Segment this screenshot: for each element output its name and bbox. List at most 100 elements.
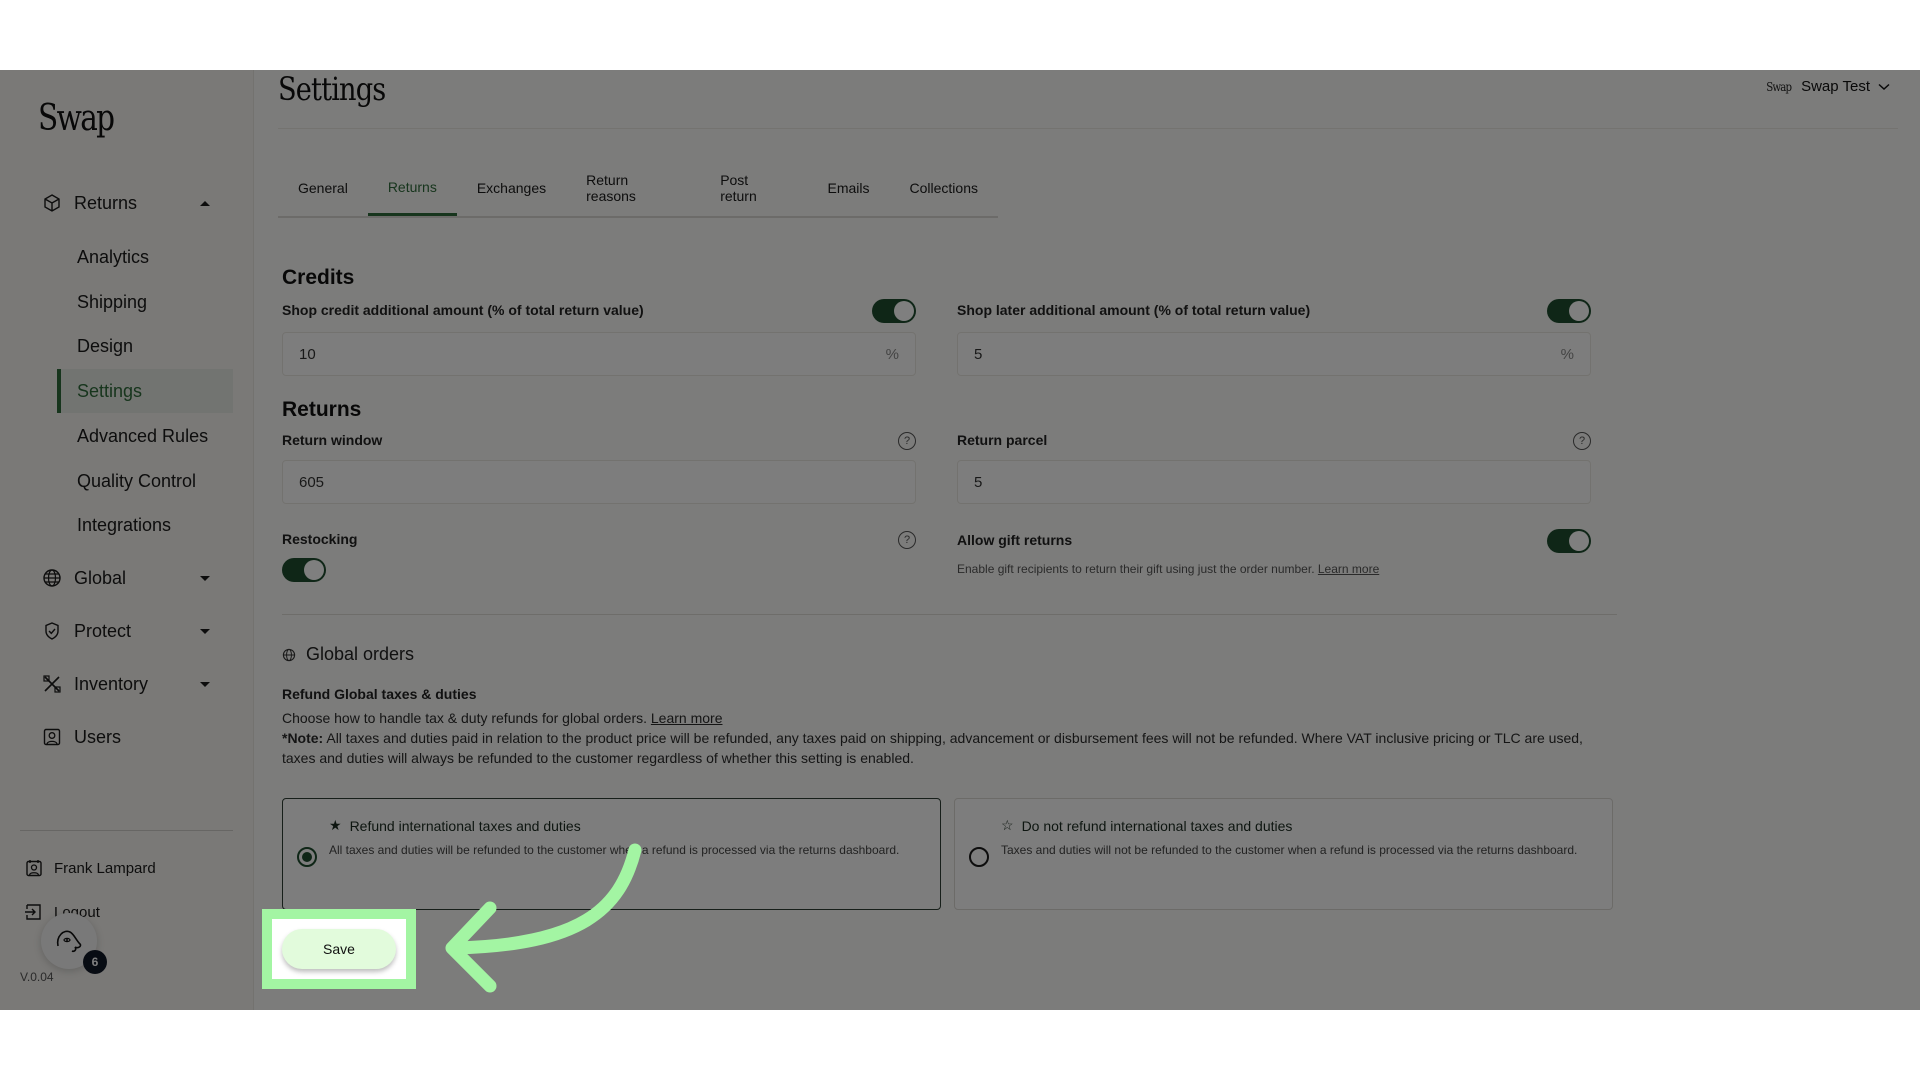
shop-later-label: Shop later additional amount (% of total… (957, 302, 1311, 318)
tab-post-return[interactable]: Post return (700, 160, 807, 216)
option-title-text: Do not refund international taxes and du… (1021, 817, 1293, 834)
gift-returns-text: Enable gift recipients to return their g… (957, 562, 1315, 576)
shop-later-value: 5 (974, 345, 983, 363)
section-divider (282, 614, 1617, 615)
option-title-text: Refund international taxes and duties (349, 817, 581, 834)
return-parcel-value: 5 (974, 473, 983, 491)
radio-selected[interactable] (297, 847, 317, 867)
option-no-refund-taxes[interactable]: ☆ Do not refund international taxes and … (954, 798, 1613, 910)
sidebar-item-quality-control[interactable]: Quality Control (57, 459, 233, 503)
shop-later-input[interactable]: 5 % (957, 332, 1591, 376)
store-switcher[interactable]: Swap Swap Test (1764, 78, 1890, 95)
restocking-label: Restocking (282, 531, 358, 547)
help-icon[interactable]: ? (898, 432, 916, 450)
globe-icon (42, 568, 62, 588)
save-button[interactable]: Save (282, 929, 396, 969)
sidebar-group-returns[interactable]: Returns (42, 188, 232, 218)
user-badge-icon (24, 858, 44, 878)
restocking-toggle[interactable] (282, 558, 326, 582)
face-doodle-icon (56, 930, 82, 953)
sidebar-item-shipping[interactable]: Shipping (57, 280, 233, 324)
user-name: Frank Lampard (54, 859, 156, 877)
global-orders-label: Global orders (306, 644, 415, 664)
sidebar-item-integrations[interactable]: Integrations (57, 503, 233, 547)
shop-credit-label: Shop credit additional amount (% of tota… (282, 302, 644, 318)
store-name: Swap Test (1801, 78, 1870, 95)
app-version: V.0.04 (20, 970, 54, 984)
shop-later-toggle[interactable] (1547, 299, 1591, 323)
app-window: Swap Returns Analytics Shipping Design S… (0, 70, 1920, 1010)
sidebar: Swap Returns Analytics Shipping Design S… (0, 70, 254, 1010)
tab-exchanges[interactable]: Exchanges (457, 160, 566, 216)
help-icon[interactable]: ? (898, 531, 916, 549)
percent-suffix: % (1560, 345, 1574, 363)
option-title: ★ Refund international taxes and duties (329, 817, 581, 834)
sidebar-item-design[interactable]: Design (57, 324, 233, 368)
gift-returns-learn-more-link[interactable]: Learn more (1318, 562, 1379, 576)
notification-badge: 6 (83, 950, 107, 974)
sidebar-divider (20, 830, 233, 831)
chevron-down-icon (200, 575, 210, 581)
sidebar-group-protect[interactable]: Protect (42, 616, 232, 646)
shop-credit-value: 10 (299, 345, 316, 363)
settings-tabs: General Returns Exchanges Return reasons… (278, 160, 998, 218)
user-profile-link[interactable]: Frank Lampard (24, 858, 156, 878)
returns-title: Returns (282, 398, 362, 421)
shop-credit-input[interactable]: 10 % (282, 332, 916, 376)
header-divider (278, 128, 1898, 129)
chevron-down-icon (200, 628, 210, 634)
sidebar-group-label: Global (74, 567, 127, 588)
return-window-label: Return window (282, 432, 383, 448)
global-orders-text: Choose how to handle tax & duty refunds … (282, 710, 647, 726)
global-orders-title: Global orders (282, 644, 414, 665)
option-title: ☆ Do not refund international taxes and … (1001, 817, 1292, 834)
arrow-curve (448, 843, 642, 955)
credits-title: Credits (282, 266, 355, 289)
sidebar-item-settings[interactable]: Settings (57, 369, 233, 413)
save-highlight-frame: Save (262, 909, 416, 989)
sidebar-group-inventory[interactable]: Inventory (42, 669, 232, 699)
gift-returns-label: Allow gift returns (957, 532, 1073, 548)
gift-returns-toggle[interactable] (1547, 529, 1591, 553)
page-title: Settings (278, 70, 386, 108)
sidebar-group-global[interactable]: Global (42, 563, 232, 593)
globe-icon (282, 648, 296, 661)
sidebar-group-label: Inventory (74, 673, 149, 694)
global-orders-learn-more-link[interactable]: Learn more (651, 710, 723, 726)
return-window-value: 605 (299, 473, 325, 491)
app-logo: Swap (38, 98, 115, 139)
note-text: All taxes and duties paid in relation to… (282, 730, 1583, 766)
return-parcel-input[interactable]: 5 (957, 460, 1591, 504)
logout-icon (24, 902, 44, 922)
tab-emails[interactable]: Emails (808, 160, 890, 216)
pointer-arrow-icon (445, 843, 642, 993)
sidebar-group-label: Protect (74, 620, 132, 641)
global-orders-description: Choose how to handle tax & duty refunds … (282, 708, 722, 728)
sidebar-item-analytics[interactable]: Analytics (57, 235, 233, 279)
sidebar-item-advanced-rules[interactable]: Advanced Rules (57, 414, 233, 458)
tab-general[interactable]: General (278, 160, 368, 216)
refund-global-subtitle: Refund Global taxes & duties (282, 686, 477, 702)
save-highlight-inner: Save (272, 919, 406, 979)
return-window-input[interactable]: 605 (282, 460, 916, 504)
tools-icon (42, 674, 62, 694)
return-parcel-label: Return parcel (957, 432, 1048, 448)
chevron-down-icon (1878, 83, 1890, 90)
radio-unselected[interactable] (969, 847, 989, 867)
tab-collections[interactable]: Collections (890, 160, 998, 216)
tab-return-reasons[interactable]: Return reasons (566, 160, 700, 216)
help-icon[interactable]: ? (1573, 432, 1591, 450)
option-description: Taxes and duties will not be refunded to… (1001, 843, 1578, 857)
tab-returns[interactable]: Returns (367, 160, 457, 216)
global-orders-note: *Note: All taxes and duties paid in rela… (282, 728, 1602, 768)
chevron-up-icon (200, 200, 210, 206)
user-badge-icon (42, 727, 62, 747)
sidebar-item-label: Users (74, 726, 122, 747)
sidebar-item-users[interactable]: Users (42, 722, 232, 752)
shield-check-icon (42, 621, 62, 641)
shop-credit-toggle[interactable] (872, 299, 916, 323)
star-filled-icon: ★ (329, 817, 342, 833)
note-label: *Note: (282, 730, 324, 746)
store-logo: Swap (1765, 79, 1792, 94)
sidebar-group-label: Returns (74, 192, 138, 213)
